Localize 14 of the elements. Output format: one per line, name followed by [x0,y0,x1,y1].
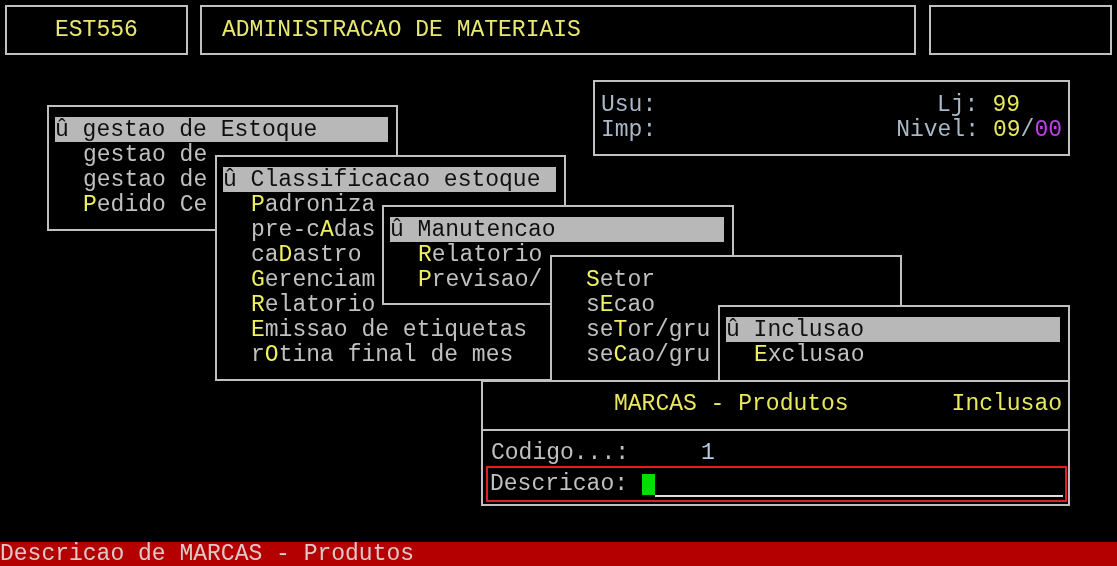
level-value: 09/00 [992,117,1062,143]
level-label: Nivel: [896,117,979,143]
store-label: Lj: [936,92,979,118]
field-label: Codigo...: [491,441,630,466]
field-value: 1 [701,441,715,466]
field-label: Descricao: [490,471,629,497]
printer-label: Imp: [601,118,657,143]
user-label: Usu: [601,93,657,118]
form-title: MARCAS - Produtos [614,392,849,417]
window-title: ADMINISTRACAO DE MATERIAIS [200,5,916,55]
store-value: 99 [992,92,1020,118]
program-code: EST556 [5,5,188,55]
form-mode: Inclusao [951,392,1062,417]
status-bar: Descricao de MARCAS - Produtos [0,542,1117,566]
